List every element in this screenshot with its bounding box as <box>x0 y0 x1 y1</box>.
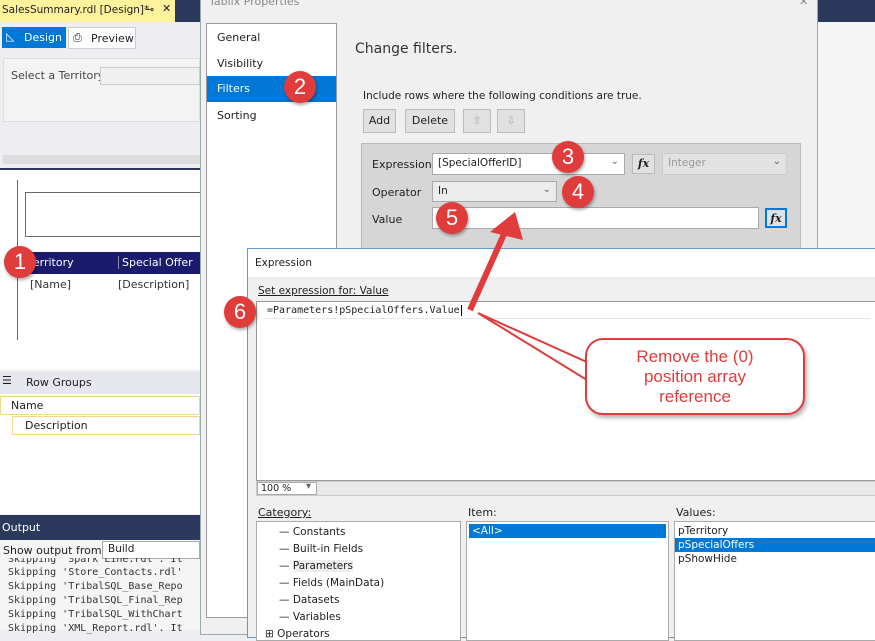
callout-box: Remove the (0) position array reference <box>585 338 805 415</box>
callout-tail <box>477 312 601 390</box>
step-badge-6: 6 <box>224 296 256 328</box>
step-badge-3: 3 <box>552 141 584 173</box>
step-badge-4: 4 <box>562 176 594 208</box>
arrowhead-icon <box>490 212 523 240</box>
arrow-to-value <box>467 230 508 312</box>
step-badge-5: 5 <box>436 202 468 234</box>
callout-text: Remove the (0) position array reference <box>636 347 754 406</box>
step-badge-2: 2 <box>284 71 316 103</box>
step-badge-1: 1 <box>4 246 36 278</box>
annotation-arrows <box>467 212 601 390</box>
